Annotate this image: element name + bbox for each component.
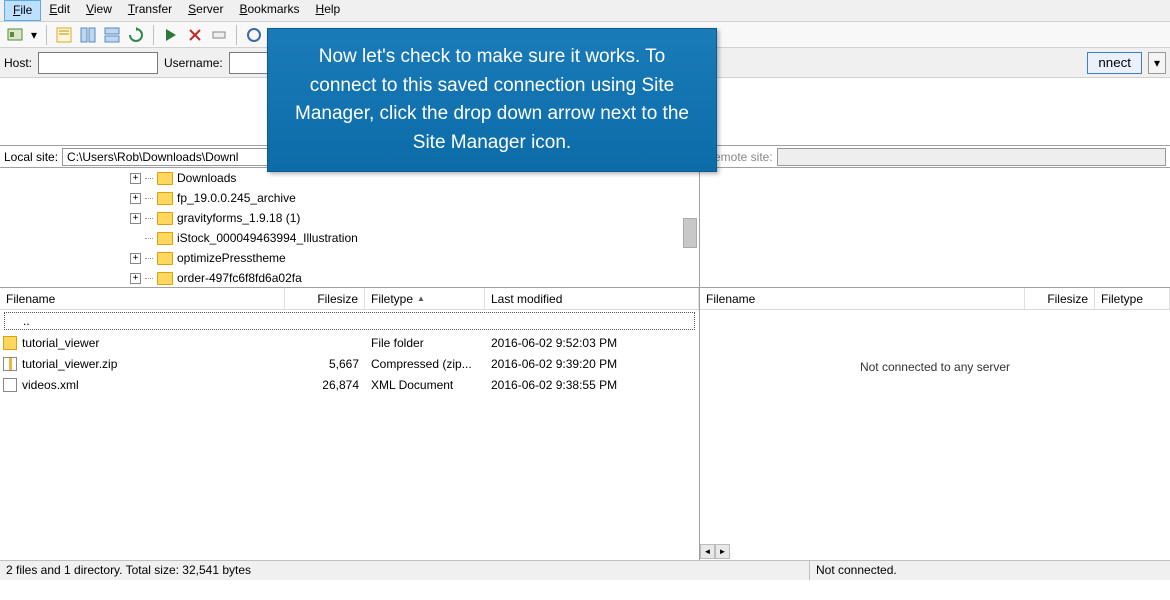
list-item[interactable]: videos.xml26,874XML Document2016-06-02 9… bbox=[0, 374, 699, 395]
status-right: Not connected. bbox=[810, 561, 1170, 580]
menu-help[interactable]: Help bbox=[308, 0, 349, 21]
folder-icon bbox=[157, 252, 173, 265]
username-input[interactable] bbox=[229, 52, 269, 74]
expander-icon[interactable]: + bbox=[130, 193, 141, 204]
col-filename[interactable]: Filename bbox=[0, 288, 285, 309]
cancel-icon[interactable] bbox=[184, 24, 206, 46]
folder-icon bbox=[157, 272, 173, 285]
site-manager-dropdown-icon[interactable]: ▾ bbox=[28, 24, 40, 46]
toolbar-separator bbox=[153, 25, 154, 45]
tree-item[interactable]: + order-497fc6f8fd6a02fa bbox=[0, 268, 699, 287]
folder-icon bbox=[157, 212, 173, 225]
remote-list-header: Filename Filesize Filetype bbox=[700, 288, 1170, 310]
menu-bookmarks[interactable]: Bookmarks bbox=[231, 0, 307, 21]
tree-item[interactable]: + gravityforms_1.9.18 (1) bbox=[0, 208, 699, 228]
parent-dir-row[interactable]: .. bbox=[4, 312, 695, 330]
process-queue-icon[interactable] bbox=[160, 24, 182, 46]
col-lastmod[interactable]: Last modified bbox=[485, 288, 699, 309]
menu-file[interactable]: File bbox=[4, 0, 41, 21]
cell-filetype: Compressed (zip... bbox=[365, 357, 485, 371]
username-label: Username: bbox=[164, 56, 223, 70]
cell-filetype: File folder bbox=[365, 336, 485, 350]
tree-item[interactable]: iStock_000049463994_Illustration bbox=[0, 228, 699, 248]
expander-icon[interactable]: + bbox=[130, 253, 141, 264]
col-filetype[interactable]: Filetype▲ bbox=[365, 288, 485, 309]
list-row: Filename Filesize Filetype▲ Last modifie… bbox=[0, 288, 1170, 560]
cell-filesize: 5,667 bbox=[285, 357, 365, 371]
cell-lastmod: 2016-06-02 9:38:55 PM bbox=[485, 378, 699, 392]
cell-lastmod: 2016-06-02 9:52:03 PM bbox=[485, 336, 699, 350]
folder-icon bbox=[157, 232, 173, 245]
sort-arrow-icon: ▲ bbox=[417, 294, 425, 303]
tree-item-label: order-497fc6f8fd6a02fa bbox=[177, 271, 302, 285]
quickconnect-button[interactable]: nnect bbox=[1087, 52, 1142, 74]
tutorial-overlay: Now let's check to make sure it works. T… bbox=[267, 28, 717, 172]
menu-transfer[interactable]: Transfer bbox=[120, 0, 180, 21]
expander-icon[interactable]: + bbox=[130, 213, 141, 224]
toggle-log-icon[interactable] bbox=[53, 24, 75, 46]
scrollbar-thumb[interactable] bbox=[683, 218, 697, 248]
list-item[interactable]: tutorial_viewer.zip5,667Compressed (zip.… bbox=[0, 353, 699, 374]
local-file-list: Filename Filesize Filetype▲ Last modifie… bbox=[0, 288, 700, 560]
remote-list-body: Not connected to any server ◄ ► bbox=[700, 310, 1170, 560]
refresh-icon[interactable] bbox=[125, 24, 147, 46]
tree-item-label: gravityforms_1.9.18 (1) bbox=[177, 211, 300, 225]
host-label: Host: bbox=[4, 56, 32, 70]
expander-icon[interactable]: + bbox=[130, 173, 141, 184]
remote-file-list: Filename Filesize Filetype Not connected… bbox=[700, 288, 1170, 560]
tree-item-label: optimizePresstheme bbox=[177, 251, 286, 265]
tree-item-label: iStock_000049463994_Illustration bbox=[177, 231, 358, 245]
toolbar-separator bbox=[46, 25, 47, 45]
folder-icon bbox=[157, 172, 173, 185]
local-list-header: Filename Filesize Filetype▲ Last modifie… bbox=[0, 288, 699, 310]
reconnect-icon[interactable] bbox=[243, 24, 265, 46]
quickconnect-dropdown[interactable]: ▾ bbox=[1148, 52, 1166, 74]
horizontal-scrollbar[interactable]: ◄ ► bbox=[700, 544, 730, 560]
menu-edit[interactable]: Edit bbox=[41, 0, 78, 21]
tree-item-label: fp_19.0.0.245_archive bbox=[177, 191, 296, 205]
status-bar: 2 files and 1 directory. Total size: 32,… bbox=[0, 560, 1170, 580]
cell-lastmod: 2016-06-02 9:39:20 PM bbox=[485, 357, 699, 371]
menu-view[interactable]: View bbox=[78, 0, 120, 21]
col-filetype[interactable]: Filetype bbox=[1095, 288, 1170, 309]
disconnect-icon[interactable] bbox=[208, 24, 230, 46]
menu-bar: File Edit View Transfer Server Bookmarks… bbox=[0, 0, 1170, 22]
zip-icon bbox=[3, 357, 17, 371]
scroll-right-icon[interactable]: ► bbox=[715, 544, 730, 559]
remote-site-label: emote site: bbox=[714, 150, 773, 164]
tree-item-label: Downloads bbox=[177, 171, 236, 185]
tree-item[interactable]: + optimizePresstheme bbox=[0, 248, 699, 268]
cell-filesize: 26,874 bbox=[285, 378, 365, 392]
toggle-queue-icon[interactable] bbox=[101, 24, 123, 46]
col-filename[interactable]: Filename bbox=[700, 288, 1025, 309]
folder-icon bbox=[157, 192, 173, 205]
not-connected-message: Not connected to any server bbox=[700, 360, 1170, 374]
list-item[interactable]: tutorial_viewer File folder2016-06-02 9:5… bbox=[0, 332, 699, 353]
site-manager-icon[interactable] bbox=[4, 24, 26, 46]
local-list-body[interactable]: .. tutorial_viewerFile folder2016-06-02 … bbox=[0, 310, 699, 560]
xml-icon bbox=[3, 378, 17, 392]
cell-filename: tutorial_viewer bbox=[20, 336, 285, 350]
toolbar-separator bbox=[236, 25, 237, 45]
cell-filetype: XML Document bbox=[365, 378, 485, 392]
col-filesize[interactable]: Filesize bbox=[1025, 288, 1095, 309]
expander-icon[interactable]: + bbox=[130, 273, 141, 284]
scroll-left-icon[interactable]: ◄ bbox=[700, 544, 715, 559]
host-input[interactable] bbox=[38, 52, 158, 74]
cell-filename: videos.xml bbox=[20, 378, 285, 392]
menu-server[interactable]: Server bbox=[180, 0, 231, 21]
cell-filename: tutorial_viewer.zip bbox=[20, 357, 285, 371]
tree-item[interactable]: + fp_19.0.0.245_archive bbox=[0, 188, 699, 208]
local-site-label: Local site: bbox=[4, 150, 58, 164]
status-left: 2 files and 1 directory. Total size: 32,… bbox=[0, 561, 810, 580]
remote-tree bbox=[700, 168, 1170, 287]
folder-icon bbox=[3, 336, 17, 350]
local-tree[interactable]: + Downloads + fp_19.0.0.245_archive + gravity… bbox=[0, 168, 700, 287]
toggle-tree-icon[interactable] bbox=[77, 24, 99, 46]
tree-row: + Downloads + fp_19.0.0.245_archive + gravity… bbox=[0, 168, 1170, 288]
col-filesize[interactable]: Filesize bbox=[285, 288, 365, 309]
remote-site-path bbox=[777, 148, 1166, 166]
